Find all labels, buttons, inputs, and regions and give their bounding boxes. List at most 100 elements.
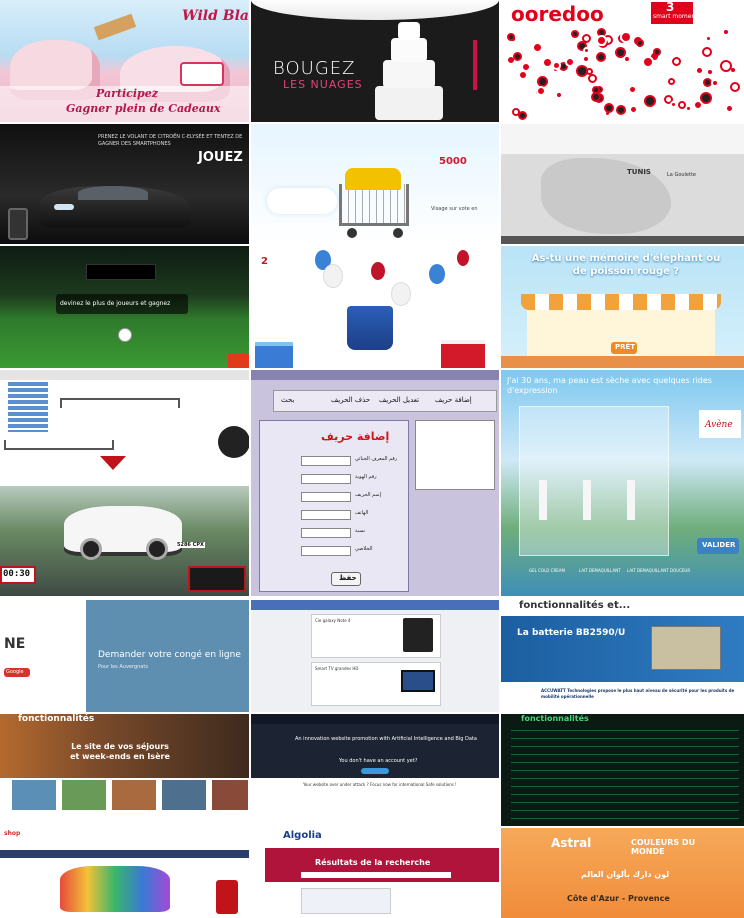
decor-dot bbox=[685, 105, 692, 112]
tile-terminal[interactable]: fonctionnalités bbox=[501, 714, 744, 826]
log-lines bbox=[511, 726, 739, 822]
wafer bbox=[93, 13, 137, 41]
tile-isere[interactable]: fonctionnalités Le site de vos séjours e… bbox=[0, 714, 249, 826]
wild-blast-logo: Wild Blast bbox=[182, 8, 249, 24]
car-window bbox=[78, 186, 148, 200]
signup-button[interactable] bbox=[361, 768, 389, 774]
decor-dot bbox=[555, 91, 563, 99]
city-tunis: TUNIS bbox=[627, 168, 651, 176]
tile-dark-site[interactable]: An innovation website promotion with Art… bbox=[251, 714, 499, 826]
field[interactable] bbox=[301, 546, 351, 556]
land bbox=[541, 158, 671, 234]
result-card[interactable] bbox=[301, 888, 391, 914]
car-wheel bbox=[146, 538, 168, 560]
decor-dot bbox=[588, 74, 597, 83]
cart-sub: Visage sur vote en bbox=[431, 206, 478, 212]
tile-bougez[interactable]: BOUGEZ LES NUAGES bbox=[251, 0, 499, 122]
cart-wheel bbox=[347, 228, 357, 238]
product-tube bbox=[627, 480, 635, 520]
tile-wild-blast[interactable]: Wild Blast Participez Gagner plein de Ca… bbox=[0, 0, 249, 122]
conge-headline: Demander votre congé en ligne bbox=[98, 650, 241, 660]
decor-dot bbox=[615, 47, 626, 58]
ground bbox=[501, 356, 744, 368]
thumb[interactable] bbox=[62, 780, 106, 810]
field[interactable] bbox=[301, 492, 351, 502]
scoreboard bbox=[86, 264, 156, 280]
balloon bbox=[429, 264, 445, 284]
thumb[interactable] bbox=[162, 780, 206, 810]
tile-dolce[interactable]: 2 bbox=[251, 246, 499, 368]
dark-panel bbox=[188, 566, 246, 592]
tile-stadium[interactable]: devinez le plus de joueurs et gagnez bbox=[0, 246, 249, 368]
product-tube bbox=[539, 480, 547, 520]
dialog bbox=[259, 420, 409, 592]
dark-question: You don't have an account yet? bbox=[339, 758, 418, 764]
astral-brand: Astral bbox=[551, 836, 592, 850]
tassel bbox=[473, 40, 477, 90]
tile-batterie[interactable]: fonctionnalités et... La batterie BB2590… bbox=[501, 600, 744, 712]
shop-awning bbox=[521, 294, 721, 310]
isere-heading: fonctionnalités bbox=[18, 714, 95, 724]
field[interactable] bbox=[301, 456, 351, 466]
decor-dot bbox=[583, 47, 590, 54]
gift-box bbox=[255, 342, 293, 368]
tile-algolia[interactable]: Algolia Résultats de la recherche bbox=[251, 828, 499, 918]
field-label: نسبة bbox=[355, 528, 366, 534]
thumb[interactable] bbox=[112, 780, 156, 810]
cake-tier bbox=[375, 86, 443, 120]
toolbar-edit[interactable]: تعديل الحريف bbox=[379, 396, 419, 404]
tile-astral[interactable]: Astral COULEURS DU MONDE لون دارك بألوان… bbox=[501, 828, 744, 918]
badge-caption: smart moments bbox=[653, 13, 701, 20]
nav-bar bbox=[0, 850, 249, 858]
conge-logo: NE bbox=[4, 636, 26, 652]
grid-panel bbox=[8, 382, 48, 432]
thumb[interactable] bbox=[12, 780, 56, 810]
product-tube bbox=[583, 480, 591, 520]
decor-dot bbox=[604, 103, 614, 113]
jouez-label[interactable]: JOUEZ bbox=[198, 150, 243, 165]
amount-label: 5000 bbox=[439, 156, 467, 167]
balloon bbox=[391, 282, 411, 306]
thumb[interactable] bbox=[212, 780, 248, 810]
search-input[interactable] bbox=[301, 872, 451, 878]
cart-wheel bbox=[393, 228, 403, 238]
tile-arabic-form[interactable]: إضافة حريف تعديل الحريف حذف الحريف بحث إ… bbox=[251, 370, 499, 596]
field[interactable] bbox=[301, 528, 351, 538]
red-logo bbox=[100, 456, 126, 470]
field-label: رقم الهوية bbox=[355, 474, 377, 480]
tile-ooredoo[interactable]: ooredoo 3 smart moments bbox=[501, 0, 744, 122]
batterie-footer: ACCUWATT Technologies propose le plus ha… bbox=[541, 688, 735, 699]
city-goulette: La Goulette bbox=[667, 172, 697, 178]
ball[interactable] bbox=[118, 328, 132, 342]
field[interactable] bbox=[301, 474, 351, 484]
toolbar-add[interactable]: إضافة حريف bbox=[435, 396, 472, 404]
decor-dot bbox=[507, 33, 515, 41]
decor-dot bbox=[705, 35, 712, 42]
tile-conge[interactable]: NE Google Demander votre congé en ligne … bbox=[0, 600, 249, 712]
toolbar-search[interactable]: بحث bbox=[281, 396, 294, 404]
field-label: الهاتف bbox=[355, 510, 369, 516]
dark-title: An innovation website promotion with Art… bbox=[295, 736, 477, 742]
prize-label: Gagner plein de Cadeaux bbox=[66, 102, 221, 115]
cake-tier bbox=[383, 60, 435, 88]
tile-tunis-map[interactable]: TUNIS La Goulette bbox=[501, 124, 744, 244]
field[interactable] bbox=[301, 510, 351, 520]
decor-dot bbox=[693, 100, 703, 110]
tile-citroen[interactable]: PRENEZ LE VOLANT DE CITROËN C-ELYSÉE ET … bbox=[0, 124, 249, 244]
tile-cart[interactable]: 5000 Visage sur vote en bbox=[251, 124, 499, 244]
tile-avene[interactable]: J'ai 30 ans, ma peau est sèche avec quel… bbox=[501, 370, 744, 596]
tile-ecommerce[interactable]: Cie galaxy Note 4 Smart TV grandes HD bbox=[251, 600, 499, 712]
ooredoo-logo: ooredoo bbox=[511, 2, 604, 26]
tile-memoire[interactable]: As-tu une mémoire d'éléphant ou de poiss… bbox=[501, 246, 744, 368]
decor-dot bbox=[628, 85, 637, 94]
tile-shop[interactable]: shop bbox=[0, 828, 249, 918]
decor-dot bbox=[670, 101, 677, 108]
decor-dot bbox=[636, 39, 644, 47]
toolbar-delete[interactable]: حذف الحريف bbox=[331, 396, 370, 404]
corner-badge bbox=[228, 354, 249, 368]
decor-dot bbox=[532, 42, 543, 53]
tile-car-panel[interactable]: 5286 CPX 00:30 bbox=[0, 370, 249, 596]
algolia-results: Résultats de la recherche bbox=[315, 858, 431, 867]
pencils-image bbox=[60, 866, 170, 912]
avene-brand: Avène bbox=[705, 420, 733, 430]
